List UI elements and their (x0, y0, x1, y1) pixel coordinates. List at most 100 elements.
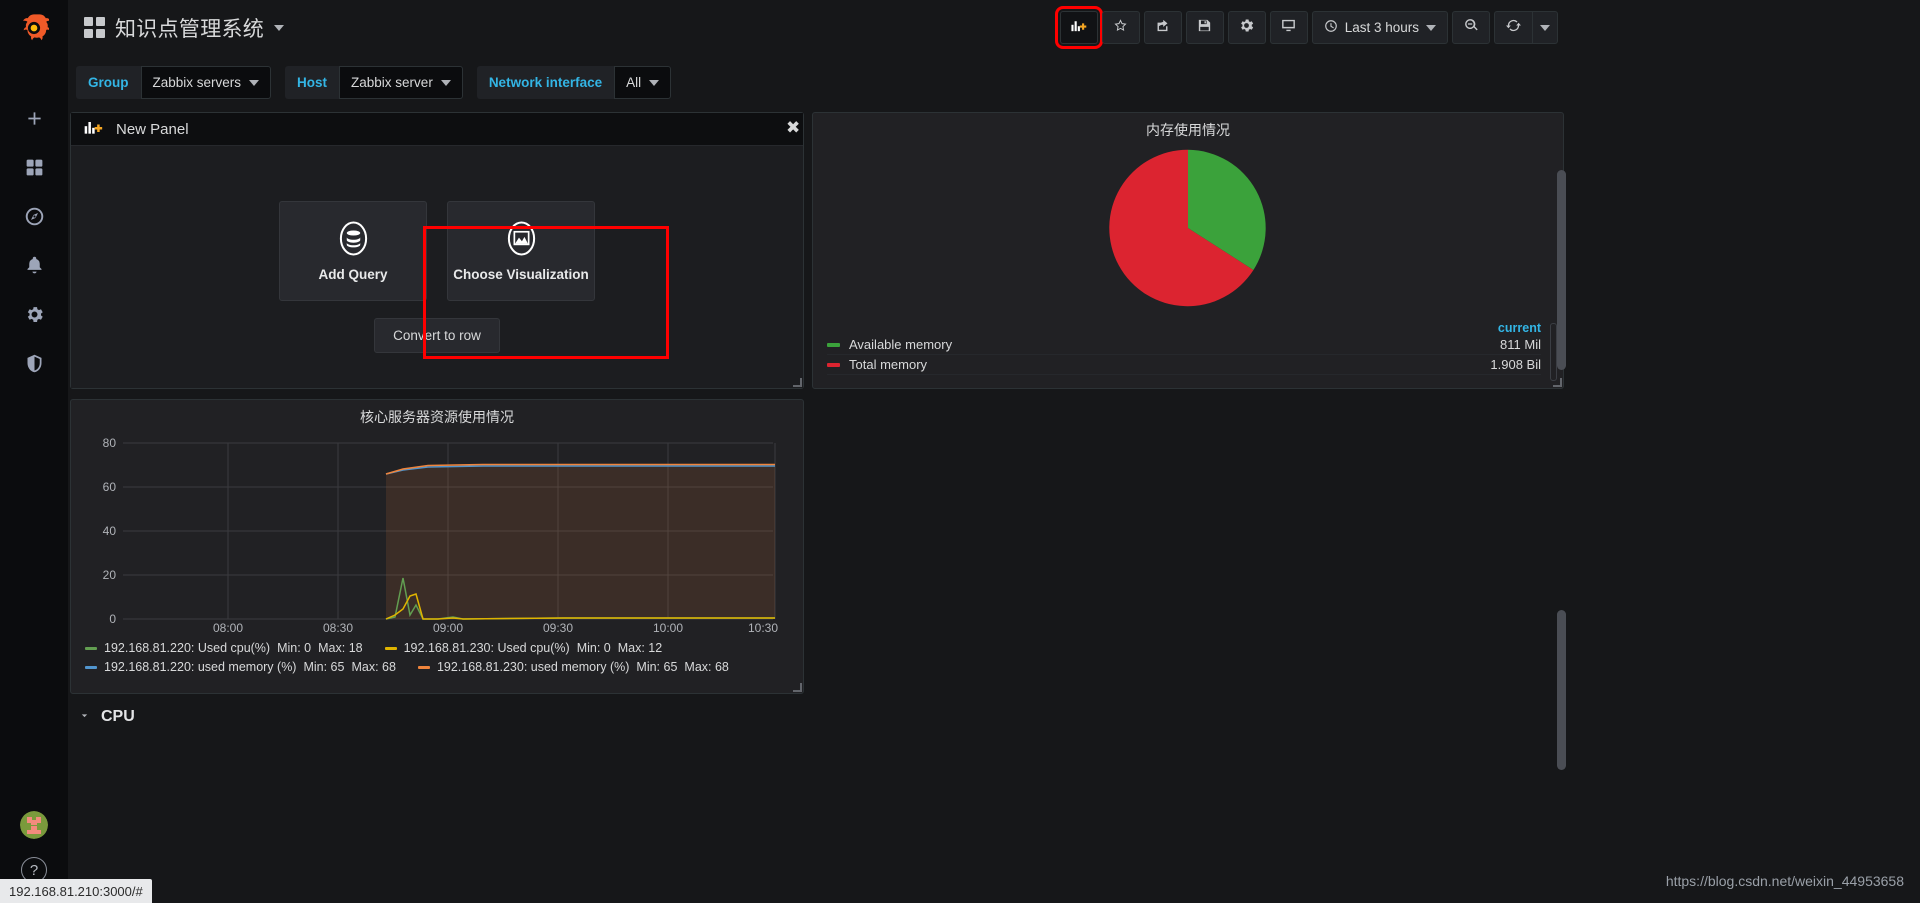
sidebar-item-server-admin[interactable] (0, 341, 68, 390)
variable-select-network-interface[interactable]: All (614, 66, 672, 99)
side-menu-items (0, 96, 68, 390)
variable-select-group[interactable]: Zabbix servers (140, 66, 272, 99)
new-panel-header[interactable]: New Panel (71, 113, 803, 146)
grafana-logo-icon[interactable] (0, 0, 68, 56)
add-query-label: Add Query (318, 267, 388, 282)
mark-favorite-button[interactable] (1101, 11, 1140, 44)
chevron-down-icon (78, 709, 91, 725)
legend-label-230-memory: 192.168.81.230: used memory (%) (436, 660, 630, 674)
variable-value-host: Zabbix server (351, 75, 433, 90)
database-icon (335, 220, 372, 257)
add-query-button[interactable]: Add Query (279, 201, 427, 301)
panel-resize-handle[interactable] (793, 683, 802, 692)
dashboards-grid-icon (24, 157, 45, 183)
variable-value-network-interface: All (626, 75, 642, 90)
new-panel-cards: Add Query Choose Visualization (279, 201, 595, 301)
add-panel-icon (1070, 17, 1087, 39)
chevron-down-icon (249, 79, 260, 86)
zoom-out-button[interactable] (1452, 11, 1490, 44)
legend-label-220-memory: 192.168.81.220: used memory (%) (104, 660, 297, 674)
legend-row[interactable]: Total memory 1.908 Bil (827, 355, 1541, 375)
legend-max-230-cpu: Max: 12 (617, 641, 663, 655)
legend-item-220-cpu[interactable]: 192.168.81.220: Used cpu(%) Min: 0 Max: … (85, 639, 363, 658)
variable-select-host[interactable]: Zabbix server (339, 66, 463, 99)
sidebar-item-create[interactable] (0, 96, 68, 145)
legend-value-total-memory: 1.908 Bil (1490, 357, 1541, 372)
legend-label-total-memory: Total memory (849, 357, 928, 372)
variable-label-host: Host (285, 66, 340, 99)
sidebar-item-alerting[interactable] (0, 243, 68, 292)
svg-text:10:30: 10:30 (748, 621, 778, 633)
convert-to-row-button[interactable]: Convert to row (374, 318, 500, 353)
graph-panel-title: 核心服务器资源使用情况 (360, 409, 514, 425)
graph-legend-row: 192.168.81.220: used memory (%) Min: 65 … (85, 658, 803, 677)
page-scrollbar-thumb-lower[interactable] (1557, 610, 1566, 770)
legend-swatch-220-cpu (85, 647, 97, 650)
svg-text:08:00: 08:00 (213, 621, 243, 633)
panel-core-server-resources: 核心服务器资源使用情况 80 60 40 20 0 08:00 08:30 09… (70, 399, 804, 694)
sidebar-item-dashboards[interactable] (0, 145, 68, 194)
add-panel-button[interactable] (1054, 6, 1103, 49)
memory-pie-chart[interactable] (813, 140, 1563, 315)
refresh-button[interactable] (1494, 11, 1532, 44)
variable-label-group: Group (76, 66, 141, 99)
time-range-picker[interactable]: Last 3 hours (1311, 11, 1448, 44)
legend-label-220-cpu: 192.168.81.220: Used cpu(%) (104, 641, 271, 655)
legend-row[interactable]: Available memory 811 Mil (827, 335, 1541, 355)
share-dashboard-button[interactable] (1143, 11, 1182, 44)
svg-text:0: 0 (109, 612, 116, 626)
dashboard-settings-button[interactable] (1227, 11, 1266, 44)
choose-visualization-button[interactable]: Choose Visualization (447, 201, 595, 301)
legend-item-220-memory[interactable]: 192.168.81.220: used memory (%) Min: 65 … (85, 658, 396, 677)
refresh-interval-button[interactable] (1532, 11, 1558, 44)
clock-icon (1324, 19, 1338, 36)
legend-scrollbar[interactable] (1550, 323, 1557, 381)
legend-swatch-230-cpu (384, 647, 397, 650)
refresh-group (1494, 11, 1558, 44)
legend-item-230-memory[interactable]: 192.168.81.230: used memory (%) Min: 65 … (417, 658, 729, 677)
panel-new-panel: New Panel Add Query Choose Visualization… (70, 112, 804, 389)
panel-resize-handle[interactable] (793, 378, 802, 387)
variable-host: Host Zabbix server (285, 66, 463, 99)
svg-text:60: 60 (103, 480, 117, 494)
template-variables-bar: Group Zabbix servers Host Zabbix server … (68, 55, 1568, 110)
sidebar-item-explore[interactable] (0, 194, 68, 243)
legend-header-row: current (827, 321, 1541, 335)
chevron-down-icon (440, 79, 451, 86)
chevron-down-icon (1426, 24, 1436, 31)
legend-min-220-memory: Min: 65 (303, 660, 345, 674)
sidebar-item-configuration[interactable] (0, 292, 68, 341)
dashboard-title-link[interactable]: 知识点管理系统 (84, 13, 285, 43)
time-range-label: Last 3 hours (1344, 20, 1419, 35)
legend-max-230-memory: Max: 68 (684, 660, 729, 674)
cycle-view-mode-button[interactable] (1269, 11, 1308, 44)
navbar-actions: Last 3 hours (1054, 6, 1558, 49)
avatar[interactable] (20, 811, 48, 839)
page-scrollbar[interactable] (1557, 170, 1566, 903)
panel-memory-usage: 内存使用情况 current Available memory 811 Mil (812, 112, 1564, 389)
legend-swatch-available-memory (827, 342, 840, 347)
refresh-icon (1505, 17, 1522, 39)
svg-text:20: 20 (103, 568, 117, 582)
dashboard-row-cpu[interactable]: CPU (70, 702, 804, 732)
share-icon (1154, 17, 1171, 39)
graph-legend-row: 192.168.81.220: Used cpu(%) Min: 0 Max: … (85, 639, 803, 658)
legend-max-220-cpu: Max: 18 (318, 641, 363, 655)
legend-item-230-cpu[interactable]: 192.168.81.230: Used cpu(%) Min: 0 Max: … (384, 639, 663, 658)
save-dashboard-button[interactable] (1185, 11, 1224, 44)
navbar: 知识点管理系统 Last 3 hours (68, 0, 1568, 55)
close-new-panel-button[interactable]: ✖ (786, 118, 800, 138)
memory-area-fill (386, 465, 775, 619)
page-scrollbar-thumb[interactable] (1557, 170, 1566, 370)
variable-network-interface: Network interface All (476, 66, 672, 99)
graph-plot-area[interactable]: 80 60 40 20 0 08:00 08:30 09:00 09:30 10… (83, 433, 779, 635)
legend-swatch-total-memory (827, 362, 840, 367)
shield-icon (24, 353, 45, 379)
legend-min-230-memory: Min: 65 (636, 660, 678, 674)
legend-min-220-cpu: Min: 0 (277, 641, 312, 655)
chevron-down-icon (274, 24, 285, 31)
side-menu: ? (0, 0, 68, 903)
chevron-down-icon (649, 79, 660, 86)
browser-status-bar: 192.168.81.210:3000/# (0, 879, 152, 903)
graph-svg: 80 60 40 20 0 08:00 08:30 09:00 09:30 10… (103, 436, 779, 635)
